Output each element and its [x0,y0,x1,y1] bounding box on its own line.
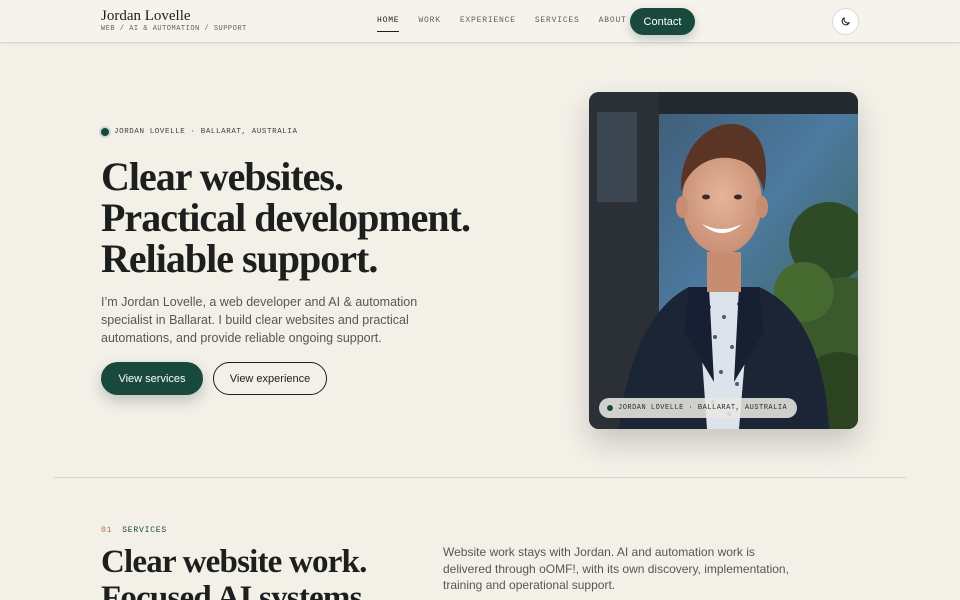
portrait-location-badge: JORDAN LOVELLE · BALLARAT, AUSTRALIA [599,398,798,418]
nav-about[interactable]: ABOUT [599,16,627,32]
portrait-tag-text: JORDAN LOVELLE · BALLARAT, AUSTRALIA [618,404,788,412]
hero-headline: Clear websites. Practical development. R… [101,156,561,279]
headline-line-2: Practical development. [101,195,471,240]
services-title-line-1: Clear website work. [101,544,367,580]
site-header: Jordan Lovelle WEB / AI & AUTOMATION / S… [0,0,960,43]
portrait-photo: JORDAN LOVELLE · BALLARAT, AUSTRALIA [589,92,858,429]
hero-eyebrow-text: JORDAN LOVELLE · BALLARAT, AUSTRALIA [114,128,298,136]
main-nav: HOME WORK EXPERIENCE SERVICES ABOUT [377,16,646,32]
theme-toggle-button[interactable] [832,8,859,35]
headline-line-3: Reliable support. [101,236,378,281]
status-dot [101,128,109,136]
nav-work[interactable]: WORK [418,16,440,32]
contact-button[interactable]: Contact [630,8,695,35]
brand-tagline: WEB / AI & AUTOMATION / SUPPORT [101,25,247,33]
services-title: Clear website work. Focused AI systems. [101,544,421,600]
portrait-illustration [589,92,858,429]
view-experience-button[interactable]: View experience [213,362,327,395]
moon-icon [841,17,850,26]
nav-home[interactable]: HOME [377,16,400,32]
hero-eyebrow: JORDAN LOVELLE · BALLARAT, AUSTRALIA [101,128,298,136]
nav-services[interactable]: SERVICES [535,16,580,32]
nav-experience[interactable]: EXPERIENCE [460,16,516,32]
view-services-button[interactable]: View services [101,362,203,395]
services-section-label: 01 SERVICES [101,526,167,535]
services-title-line-2: Focused AI systems. [101,580,370,600]
brand[interactable]: Jordan Lovelle WEB / AI & AUTOMATION / S… [101,8,247,33]
status-dot [607,405,613,411]
section-number: 01 [101,526,113,535]
headline-line-1: Clear websites. [101,154,344,199]
brand-name: Jordan Lovelle [101,8,191,24]
section-divider [54,477,906,478]
services-description: Website work stays with Jordan. AI and a… [443,545,789,592]
hero-intro: I’m Jordan Lovelle, a web developer and … [101,295,418,345]
section-name: SERVICES [122,526,168,535]
